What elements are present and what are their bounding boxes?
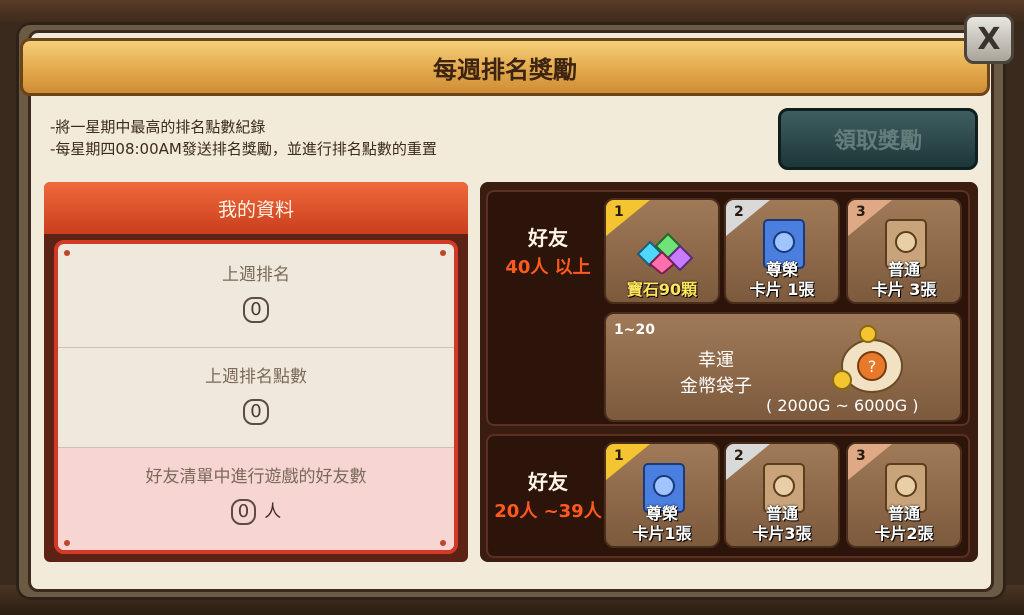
tier-2-range: 20人 ~39人 [494, 501, 602, 522]
corner-dot [64, 250, 70, 256]
reward-card-rank-2: 2 尊榮 卡片 1張 [724, 198, 840, 304]
tier-1-friends-label: 好友 [528, 226, 568, 250]
corner-dot [64, 540, 70, 546]
tier-1-label: 好友 40人 以上 [488, 222, 608, 279]
tier-2-label: 好友 20人 ~39人 [488, 466, 608, 523]
reward-name: 寶石90顆 [626, 280, 698, 299]
coin-bag-icon: ? [832, 325, 903, 393]
corner-dot [440, 540, 446, 546]
rank-number: 3 [856, 448, 866, 464]
lucky-coin-bag-reward: 1~20 幸運 金幣袋子 ? ( 2000G ~ 6000G ) [604, 312, 962, 422]
last-week-points-value: 0 [243, 399, 269, 425]
my-info-panel: 我的資料 上週排名 0 上週排名點數 0 好友清單中進行遊戲的好友數 0人 [44, 182, 468, 562]
friends-playing-row: 好友清單中進行遊戲的好友數 0人 [58, 448, 454, 550]
svg-text:?: ? [868, 357, 877, 376]
last-week-points-label: 上週排名點數 [205, 367, 307, 387]
friends-playing-label: 好友清單中進行遊戲的好友數 [145, 467, 367, 487]
close-icon: X [977, 21, 1001, 57]
claim-reward-button[interactable]: 領取獎勵 [778, 108, 978, 170]
my-info-title: 我的資料 [217, 198, 294, 221]
rank-number: 1 [614, 448, 624, 464]
last-week-rank-row: 上週排名 0 [58, 244, 454, 348]
rule-text-1: -將一星期中最高的排名點數紀錄 [50, 118, 266, 136]
my-info-body: 上週排名 0 上週排名點數 0 好友清單中進行遊戲的好友數 0人 [54, 240, 458, 554]
tier-1-range: 40人 以上 [505, 257, 591, 278]
last-week-rank-label: 上週排名 [222, 265, 290, 285]
gem-pile-icon [636, 232, 694, 274]
reward-quantity: 卡片3張 [752, 524, 812, 543]
dialog-title: 每週排名獎勵 [433, 55, 577, 84]
reward-quantity: 卡片2張 [874, 524, 934, 543]
friends-playing-value: 0 [230, 499, 257, 525]
reward-card-rank-3: 3 普通 卡片 3張 [846, 198, 962, 304]
rank-number: 3 [856, 204, 866, 220]
reward-card-rank-2: 2 普通 卡片3張 [724, 442, 840, 548]
reward-quantity: 卡片 3張 [871, 280, 937, 299]
reward-card-rank-1: 1 寶石90顆 [604, 198, 720, 304]
lucky-title: 幸運 [698, 350, 734, 371]
last-week-rank-value: 0 [243, 297, 269, 323]
rank-number: 2 [734, 448, 744, 464]
rank-number: 2 [734, 204, 744, 220]
last-week-points-row: 上週排名點數 0 [58, 348, 454, 448]
friends-playing-unit: 人 [264, 502, 282, 522]
claim-reward-label: 領取獎勵 [833, 129, 922, 154]
lucky-subtitle: 金幣袋子 [680, 376, 752, 397]
tier-2-friends-label: 好友 [528, 470, 568, 494]
lucky-gold-range: ( 2000G ~ 6000G ) [766, 396, 919, 415]
rank-number: 1 [614, 204, 624, 220]
close-button[interactable]: X [964, 14, 1014, 64]
background-hud-top [0, 0, 1024, 24]
reward-card-rank-1: 1 尊榮 卡片1張 [604, 442, 720, 548]
reward-card-rank-3: 3 普通 卡片2張 [846, 442, 962, 548]
reward-quantity: 卡片1張 [632, 524, 692, 543]
my-info-header: 我的資料 [44, 182, 468, 234]
dialog-title-bar: 每週排名獎勵 [20, 38, 990, 96]
corner-dot [440, 250, 446, 256]
rule-text-2: -每星期四08:00AM發送排名獎勵，並進行排名點數的重置 [50, 140, 437, 158]
lucky-rank-range: 1~20 [614, 322, 655, 338]
reward-quantity: 卡片 1張 [749, 280, 815, 299]
